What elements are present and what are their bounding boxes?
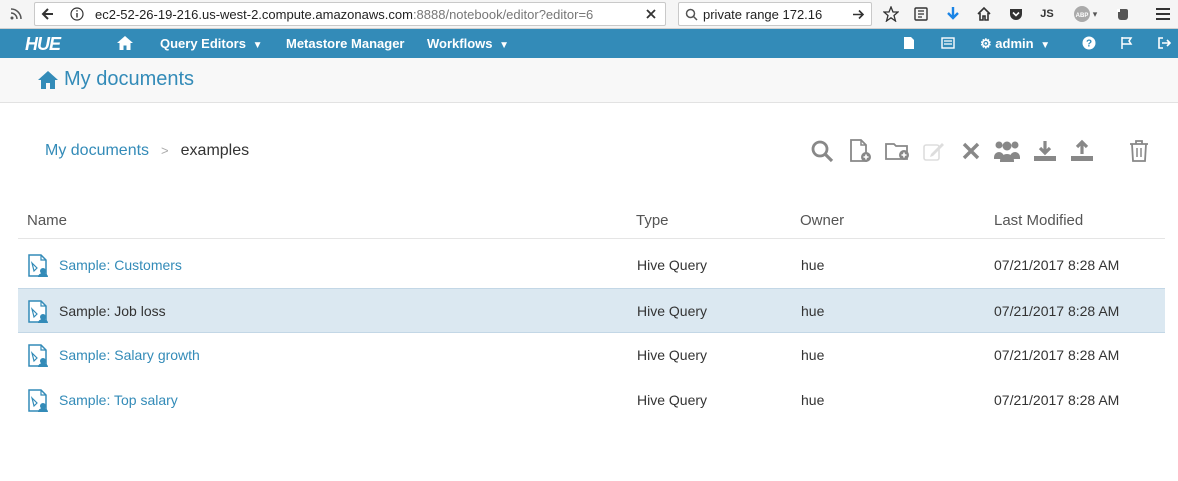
chevron-down-icon: ▼ (499, 40, 510, 51)
document-type: Hive Query (637, 303, 708, 319)
url-host: ec2-52-26-19-216.us-west-2.compute.amazo… (95, 7, 413, 22)
hive-query-document-icon[interactable] (28, 389, 50, 413)
document-owner: hue (801, 257, 825, 273)
svg-text:?: ? (1086, 39, 1092, 50)
new-document-icon[interactable] (846, 137, 874, 165)
chevron-down-icon: ▼ (252, 40, 263, 51)
admin-label: admin (995, 36, 1034, 51)
admin-menu[interactable]: ⚙ admin ▼ (980, 29, 1050, 58)
browser-menu-icon[interactable] (1152, 4, 1174, 24)
home-nav-icon[interactable] (116, 29, 134, 58)
document-last-modified: 07/21/2017 8:28 AM (994, 347, 1120, 363)
page-title: My documents (64, 68, 195, 90)
url-path: :8888/notebook/editor?editor=6 (412, 7, 594, 22)
document-name-link[interactable]: Sample: Job loss (59, 303, 166, 319)
hive-query-document-icon[interactable] (28, 254, 50, 278)
upload-icon[interactable] (1068, 137, 1096, 165)
back-icon[interactable] (37, 4, 59, 24)
adblock-icon[interactable]: ABP ▾ (1068, 4, 1102, 24)
table-row[interactable]: Sample: Salary growth Hive Query hue 07/21/… (18, 333, 1165, 378)
edit-icon (920, 137, 948, 165)
trash-icon[interactable] (1125, 137, 1153, 165)
chevron-down-icon: ▼ (1040, 40, 1051, 51)
cogs-icon: ⚙ (980, 36, 992, 51)
reading-list-icon[interactable] (910, 4, 932, 24)
pocket-icon[interactable] (1005, 4, 1027, 24)
breadcrumb-root[interactable]: My documents (45, 142, 149, 159)
js-label: JS (1040, 8, 1054, 20)
document-last-modified: 07/21/2017 8:28 AM (994, 392, 1120, 408)
rss-icon[interactable] (6, 4, 26, 24)
search-icon (683, 4, 699, 24)
breadcrumb-separator: > (161, 143, 169, 158)
document-name-link[interactable]: Sample: Top salary (59, 392, 178, 408)
evernote-icon[interactable] (1112, 4, 1134, 24)
search-icon[interactable] (808, 137, 836, 165)
table-row[interactable]: Sample: Top salary Hive Query hue 07/21/201… (18, 378, 1165, 423)
clear-url-icon[interactable] (641, 4, 661, 24)
metastore-label: Metastore Manager (286, 36, 405, 51)
column-header-type[interactable]: Type (636, 212, 669, 229)
document-owner: hue (801, 303, 825, 319)
hive-query-document-icon[interactable] (28, 344, 50, 368)
home-icon[interactable] (973, 4, 995, 24)
documents-icon[interactable] (903, 29, 915, 58)
document-name-link[interactable]: Sample: Customers (59, 257, 182, 273)
bookmark-star-icon[interactable] (880, 4, 902, 24)
search-text: private range 172.16 (703, 7, 823, 22)
column-header-last-modified[interactable]: Last Modified (994, 212, 1083, 229)
breadcrumb: My documents > examples (45, 142, 249, 160)
page-header: My documents (0, 58, 1178, 103)
breadcrumb-current: examples (180, 142, 250, 159)
logout-icon[interactable] (1157, 29, 1172, 58)
url-text[interactable]: ec2-52-26-19-216.us-west-2.compute.amazo… (95, 7, 593, 22)
workflows-label: Workflows (427, 36, 493, 51)
document-type: Hive Query (637, 392, 708, 408)
flag-icon[interactable] (1120, 29, 1134, 58)
new-folder-icon[interactable] (884, 137, 912, 165)
hue-navbar: HUE Query Editors ▼ Metastore Manager Wo… (0, 29, 1178, 58)
metastore-manager-link[interactable]: Metastore Manager (286, 29, 404, 58)
document-type: Hive Query (637, 347, 708, 363)
delete-x-icon[interactable] (957, 137, 985, 165)
document-name-link[interactable]: Sample: Salary growth (59, 347, 200, 363)
hue-logo[interactable]: HUE (25, 34, 61, 54)
document-type: Hive Query (637, 257, 708, 273)
column-header-owner[interactable]: Owner (800, 212, 844, 229)
document-last-modified: 07/21/2017 8:28 AM (994, 257, 1120, 273)
url-bar[interactable]: ec2-52-26-19-216.us-west-2.compute.amazo… (34, 2, 666, 26)
document-owner: hue (801, 347, 825, 363)
info-icon[interactable] (67, 4, 87, 24)
query-editors-menu[interactable]: Query Editors ▼ (160, 29, 263, 58)
workflows-menu[interactable]: Workflows ▼ (427, 29, 509, 58)
browser-toolbar: ec2-52-26-19-216.us-west-2.compute.amazo… (0, 0, 1178, 29)
table-row[interactable]: Sample: Customers Hive Query hue 07/21/2017… (18, 243, 1165, 288)
help-icon[interactable]: ? (1082, 29, 1096, 58)
search-go-icon[interactable] (849, 4, 867, 24)
hive-query-document-icon[interactable] (28, 300, 50, 324)
table-row[interactable]: Sample: Job loss Hive Query hue 07/21/2017 … (18, 288, 1165, 333)
document-last-modified: 07/21/2017 8:28 AM (994, 303, 1120, 319)
download-icon[interactable] (942, 4, 964, 24)
browser-search[interactable]: private range 172.16 (678, 2, 872, 26)
header-divider (18, 238, 1165, 239)
share-users-icon[interactable] (993, 137, 1021, 165)
home-icon (37, 70, 59, 95)
jobs-icon[interactable] (941, 29, 955, 58)
download-icon[interactable] (1031, 137, 1059, 165)
document-owner: hue (801, 392, 825, 408)
abp-label: ABP (1075, 13, 1088, 19)
js-extension-icon[interactable]: JS (1036, 4, 1058, 24)
column-header-name[interactable]: Name (27, 212, 67, 229)
query-editors-label: Query Editors (160, 36, 246, 51)
